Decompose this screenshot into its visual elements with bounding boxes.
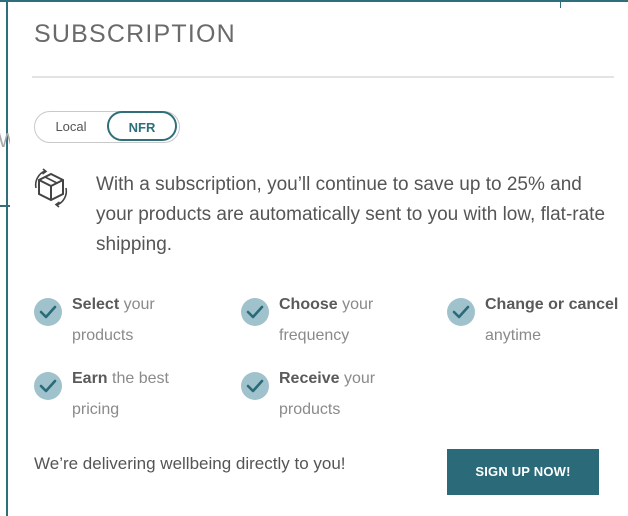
check-circle-icon <box>34 372 62 400</box>
background-border-top <box>0 0 628 2</box>
recycle-box-icon <box>32 168 70 208</box>
subscription-description: With a subscription, you’ll continue to … <box>96 174 606 255</box>
toggle-option-local[interactable]: Local <box>36 113 106 141</box>
benefit-bold: Choose <box>279 296 338 313</box>
toggle-option-nfr[interactable]: NFR <box>107 111 177 141</box>
benefit-bold: Receive <box>279 370 340 387</box>
check-circle-icon <box>447 298 475 326</box>
benefit-text: Choose your frequency <box>279 289 409 351</box>
check-circle-icon <box>34 298 62 326</box>
check-circle-icon <box>241 372 269 400</box>
panel-title: SUBSCRIPTION <box>34 20 236 48</box>
benefit-text: Receive your products <box>279 363 409 425</box>
benefit-bold: Change or cancel <box>485 296 619 313</box>
benefit-bold: Earn <box>72 370 108 387</box>
background-border-right <box>560 0 561 8</box>
benefit-text: Select your products <box>72 289 202 351</box>
subscription-panel: SUBSCRIPTION Local NFR With a subscripti… <box>10 8 618 508</box>
subscription-type-toggle[interactable]: Local NFR <box>34 111 180 143</box>
benefit-rest: anytime <box>485 327 542 344</box>
title-divider <box>32 76 614 78</box>
benefit-text: Earn the best pricing <box>72 363 202 425</box>
background-border-left <box>6 0 8 516</box>
check-circle-icon <box>241 298 269 326</box>
tagline: We’re delivering wellbeing directly to y… <box>34 454 346 473</box>
sign-up-button[interactable]: SIGN UP NOW! <box>447 449 599 495</box>
benefit-bold: Select <box>72 296 120 313</box>
benefit-text: Change or cancel anytime <box>485 289 625 351</box>
